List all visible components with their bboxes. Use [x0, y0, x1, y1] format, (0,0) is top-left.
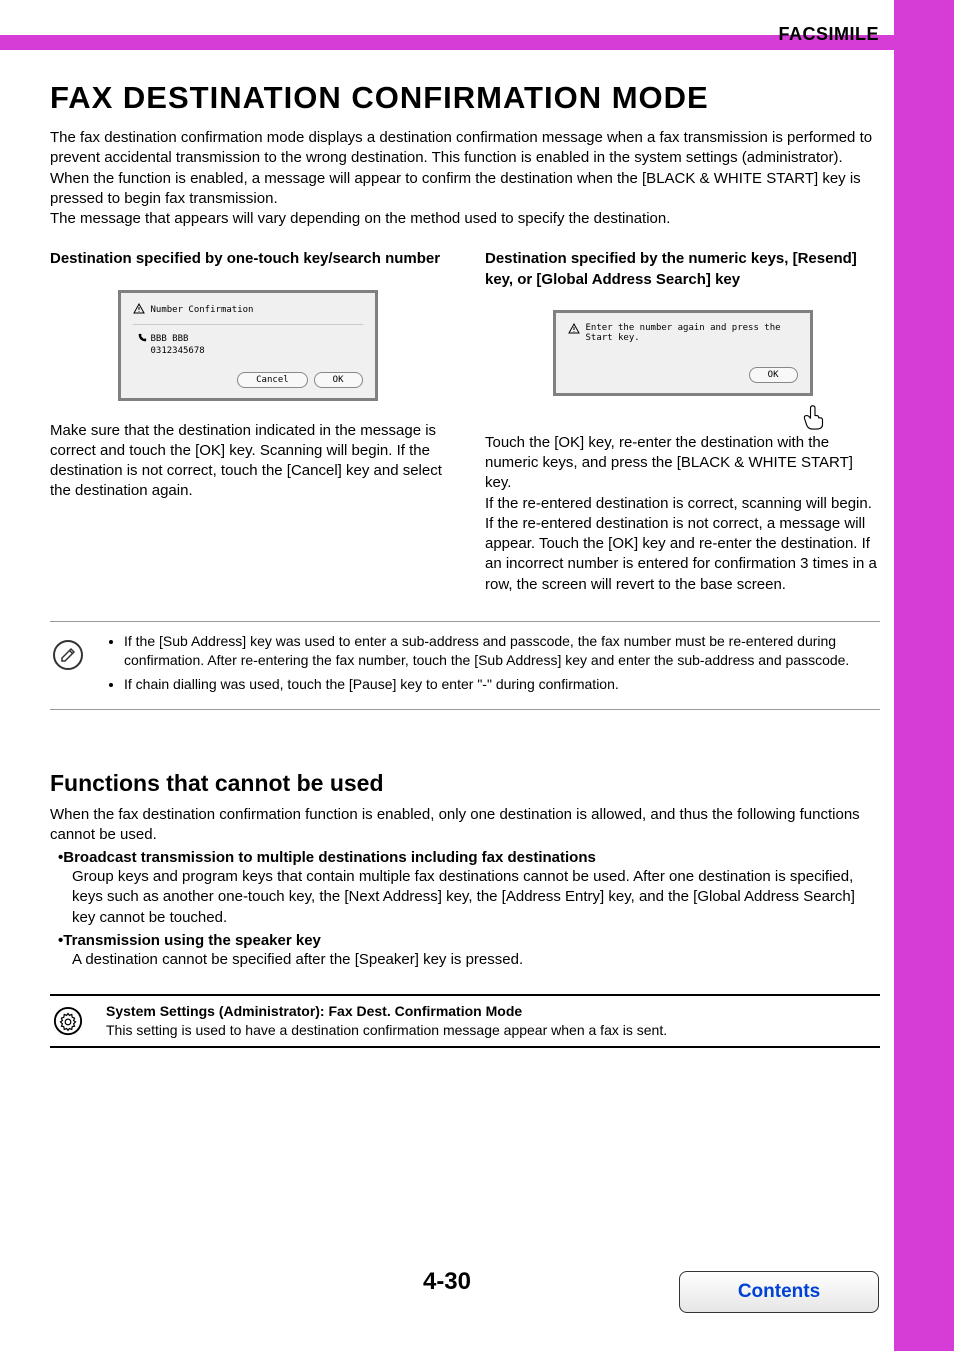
left-body-text: Make sure that the destination indicated… [50, 421, 445, 502]
confirmation-dialog-right: Enter the number again and press the Sta… [553, 310, 813, 396]
functions-heading: Functions that cannot be used [50, 770, 880, 797]
functions-intro: When the fax destination confirmation fu… [50, 805, 880, 846]
top-accent-stripe [0, 35, 894, 50]
section-label: FACSIMILE [778, 24, 879, 45]
pointer-hand-icon [800, 402, 830, 432]
left-column: Destination specified by one-touch key/s… [50, 249, 445, 595]
dialog-title: Number Confirmation [151, 305, 254, 315]
side-accent-bar [894, 0, 954, 1351]
destination-number: 0312345678 [137, 346, 363, 356]
dialog-message: Enter the number again and press the Sta… [586, 323, 798, 343]
phone-icon [137, 333, 147, 346]
right-subheading: Destination specified by the numeric key… [485, 249, 880, 290]
confirmation-dialog-left: Number Confirmation BBB BBB 0312345678 C… [118, 290, 378, 401]
destination-name: BBB BBB [151, 334, 189, 344]
settings-title: System Settings (Administrator): Fax Des… [106, 1002, 667, 1021]
right-body-text: Touch the [OK] key, re-enter the destina… [485, 433, 880, 595]
note-list: If the [Sub Address] key was used to ent… [106, 632, 880, 699]
cancel-button[interactable]: Cancel [237, 372, 308, 388]
ok-button[interactable]: OK [749, 367, 798, 383]
ok-button[interactable]: OK [314, 372, 363, 388]
pencil-circle-icon [53, 640, 83, 670]
warning-icon [133, 303, 145, 318]
intro-paragraph: The fax destination confirmation mode di… [50, 128, 880, 229]
function-item-body: Group keys and program keys that contain… [72, 867, 880, 928]
function-item-title: Broadcast transmission to multiple desti… [63, 849, 596, 866]
left-subheading: Destination specified by one-touch key/s… [50, 249, 445, 269]
note-item: If chain dialling was used, touch the [P… [124, 675, 880, 695]
right-column: Destination specified by the numeric key… [485, 249, 880, 595]
settings-box: System Settings (Administrator): Fax Des… [50, 994, 880, 1048]
note-item: If the [Sub Address] key was used to ent… [124, 632, 880, 671]
settings-body: This setting is used to have a destinati… [106, 1021, 667, 1040]
contents-button[interactable]: Contents [679, 1271, 879, 1313]
warning-icon [568, 323, 580, 338]
gear-icon [53, 1006, 83, 1036]
function-item-body: A destination cannot be specified after … [72, 950, 880, 970]
page-title: FAX DESTINATION CONFIRMATION MODE [50, 80, 880, 116]
note-box: If the [Sub Address] key was used to ent… [50, 621, 880, 710]
function-item-title: Transmission using the speaker key [63, 932, 321, 949]
